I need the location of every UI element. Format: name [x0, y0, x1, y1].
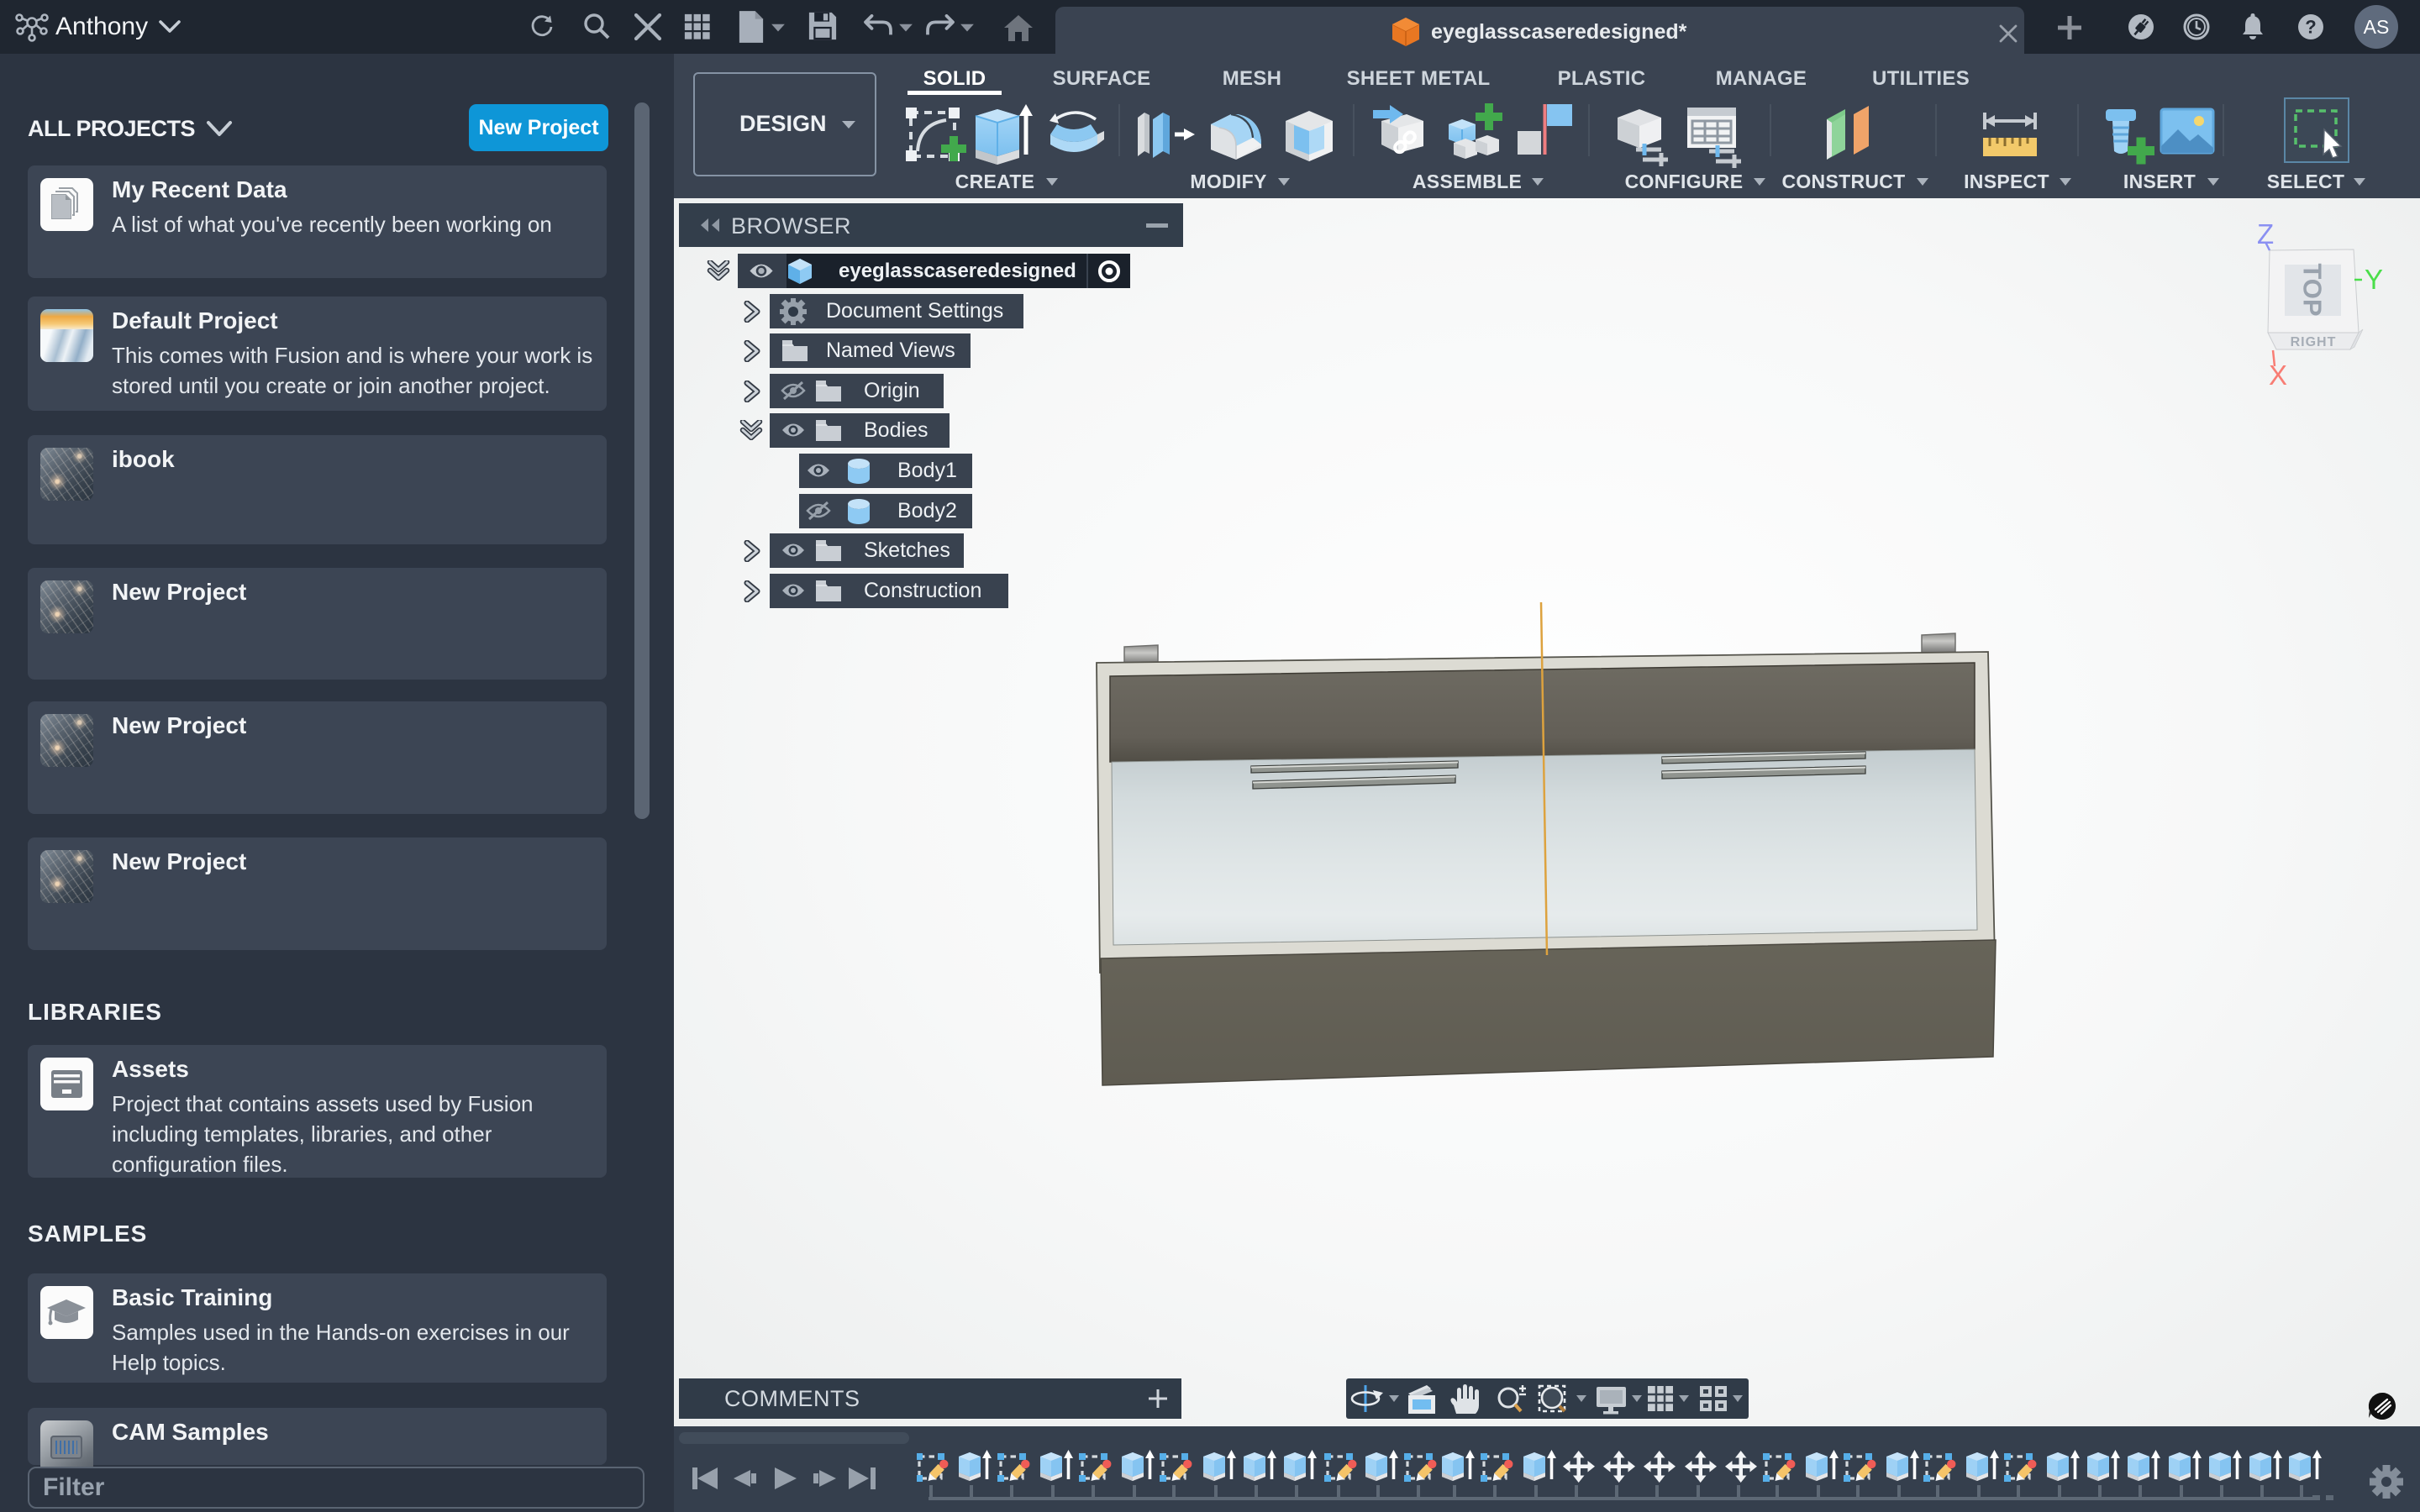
svg-text:?: ?	[2305, 17, 2316, 38]
svg-text:X: X	[2269, 360, 2287, 391]
svg-text:TOP: TOP	[2298, 263, 2328, 316]
svg-text:RIGHT: RIGHT	[2291, 335, 2337, 349]
svg-text:Z: Z	[2257, 218, 2274, 249]
svg-text:Y: Y	[2365, 264, 2383, 295]
